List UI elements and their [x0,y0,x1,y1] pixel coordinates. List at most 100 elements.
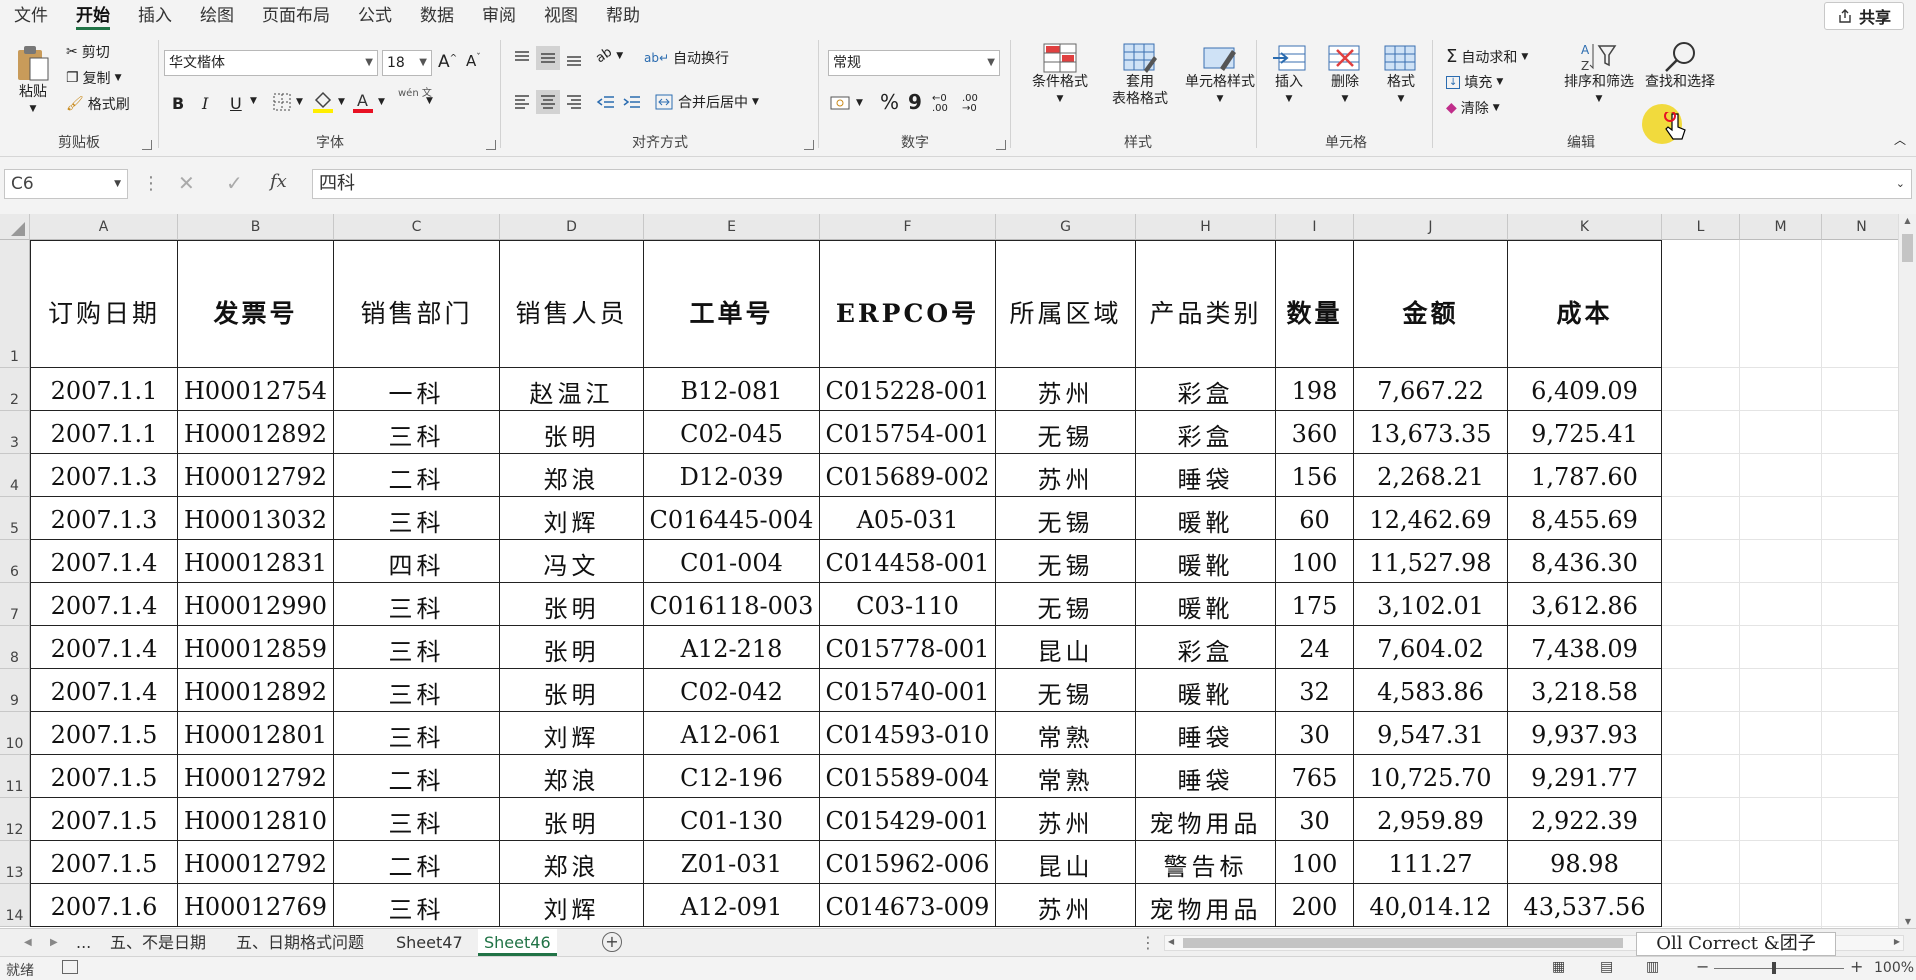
table-cell[interactable]: 3,612.86 [1508,583,1662,626]
table-cell[interactable]: 睡袋 [1136,755,1276,798]
scroll-up-icon[interactable]: ▲ [1899,214,1916,225]
align-left-button[interactable] [512,92,532,112]
table-header-cell[interactable]: 数量 [1276,240,1354,368]
dialog-launcher-icon[interactable] [804,140,814,150]
table-cell[interactable]: H00012859 [178,626,334,669]
font-size-select[interactable]: 18 ▼ [382,50,432,76]
table-cell[interactable]: 7,438.09 [1508,626,1662,669]
table-header-cell[interactable]: ERPCO号 [820,240,996,368]
table-cell[interactable]: C015429-001 [820,798,996,841]
increase-font-size-button[interactable]: A^ [438,52,457,72]
table-cell[interactable]: 32 [1276,669,1354,712]
table-cell[interactable]: C015740-001 [820,669,996,712]
table-cell[interactable]: C014673-009 [820,884,996,927]
normal-view-icon[interactable]: ▦ [1552,959,1565,975]
zoom-in-icon[interactable]: + [1850,957,1863,976]
table-cell[interactable]: 赵温江 [500,368,644,411]
table-cell[interactable]: Z01-031 [644,841,820,884]
tab-page-layout[interactable]: 页面布局 [248,0,344,32]
tab-splitter-icon[interactable]: ⋮ [1140,933,1156,952]
zoom-out-icon[interactable]: − [1696,957,1709,976]
table-cell[interactable]: 二科 [334,841,500,884]
table-cell[interactable]: 2007.1.4 [30,626,178,669]
column-header-l[interactable]: L [1662,214,1740,240]
table-cell[interactable]: C015228-001 [820,368,996,411]
column-header-e[interactable]: E [644,214,820,240]
table-cell[interactable]: 四科 [334,540,500,583]
table-cell[interactable]: 暖靴 [1136,669,1276,712]
table-cell[interactable]: 100 [1276,540,1354,583]
italic-button[interactable]: I [202,94,208,113]
table-cell[interactable]: 苏州 [996,368,1136,411]
name-box[interactable]: C6 ▼ [4,169,128,199]
table-cell[interactable]: 111.27 [1354,841,1508,884]
table-cell[interactable]: 三科 [334,712,500,755]
conditional-format-button[interactable]: 条件格式 ▼ [1020,42,1100,108]
table-header-cell[interactable]: 订购日期 [30,240,178,368]
align-right-button[interactable] [564,92,584,112]
sheet-tab[interactable]: 五、日期格式问题 [230,929,370,956]
table-cell[interactable]: 苏州 [996,454,1136,497]
tab-insert[interactable]: 插入 [124,0,186,32]
table-cell[interactable]: 30 [1276,712,1354,755]
table-cell[interactable]: 98.98 [1508,841,1662,884]
table-cell[interactable]: 暖靴 [1136,583,1276,626]
table-cell[interactable]: 13,673.35 [1354,411,1508,454]
row-header[interactable]: 2 [0,368,30,411]
table-cell[interactable]: 刘辉 [500,497,644,540]
table-cell[interactable]: 张明 [500,626,644,669]
table-cell[interactable]: C015962-006 [820,841,996,884]
table-cell[interactable]: 张明 [500,669,644,712]
table-cell[interactable]: 2007.1.4 [30,669,178,712]
zoom-slider-thumb[interactable] [1772,962,1776,974]
table-cell[interactable]: 9,937.93 [1508,712,1662,755]
decrease-indent-button[interactable] [596,92,616,112]
insert-cells-button[interactable]: 插入 ▼ [1262,42,1316,108]
table-cell[interactable]: C02-042 [644,669,820,712]
table-cell[interactable]: 2007.1.1 [30,411,178,454]
table-cell[interactable]: 6,409.09 [1508,368,1662,411]
table-cell[interactable]: 9,725.41 [1508,411,1662,454]
dialog-launcher-icon[interactable] [142,140,152,150]
more-options-icon[interactable]: ⋮ [142,173,160,194]
collapse-ribbon-button[interactable]: ︿ [1894,131,1906,148]
scroll-thumb[interactable] [1183,938,1623,948]
column-header-j[interactable]: J [1354,214,1508,240]
table-cell[interactable]: 三科 [334,583,500,626]
table-cell[interactable]: C015754-001 [820,411,996,454]
sort-filter-button[interactable]: AZ 排序和筛选 ▼ [1560,40,1638,108]
row-header[interactable]: 11 [0,755,30,798]
table-cell[interactable]: 昆山 [996,841,1136,884]
table-cell[interactable]: 765 [1276,755,1354,798]
table-cell[interactable]: 暖靴 [1136,497,1276,540]
more-sheets-button[interactable]: ... [70,929,97,956]
row-header[interactable]: 8 [0,626,30,669]
table-cell[interactable]: 60 [1276,497,1354,540]
table-cell[interactable]: 彩盒 [1136,626,1276,669]
table-cell[interactable]: 198 [1276,368,1354,411]
vertical-scrollbar[interactable]: ▲ ▼ [1898,214,1916,928]
table-cell[interactable]: C02-045 [644,411,820,454]
scroll-right-icon[interactable]: ▶ [1894,937,1900,946]
table-cell[interactable]: 彩盒 [1136,368,1276,411]
table-cell[interactable]: D12-039 [644,454,820,497]
table-cell[interactable]: 郑浪 [500,454,644,497]
table-header-cell[interactable]: 成本 [1508,240,1662,368]
orientation-button[interactable]: ab ▼ [593,45,623,67]
merge-center-button[interactable]: 合并后居中 ▼ [654,92,759,112]
table-cell[interactable]: 2007.1.5 [30,798,178,841]
table-cell[interactable]: 三科 [334,411,500,454]
row-header[interactable]: 13 [0,841,30,884]
table-cell[interactable]: 一科 [334,368,500,411]
page-layout-view-icon[interactable]: ▤ [1600,959,1613,975]
table-cell[interactable]: 三科 [334,626,500,669]
table-cell[interactable]: 冯文 [500,540,644,583]
scroll-down-icon[interactable]: ▼ [1899,917,1916,926]
table-cell[interactable]: 无锡 [996,540,1136,583]
autosum-button[interactable]: Σ 自动求和 ▼ [1446,46,1528,67]
sheet-tab[interactable]: 五、不是日期 [104,929,212,956]
table-cell[interactable]: 2007.1.3 [30,454,178,497]
table-cell[interactable]: H00012792 [178,454,334,497]
table-cell[interactable]: H00012831 [178,540,334,583]
table-cell[interactable]: 无锡 [996,583,1136,626]
